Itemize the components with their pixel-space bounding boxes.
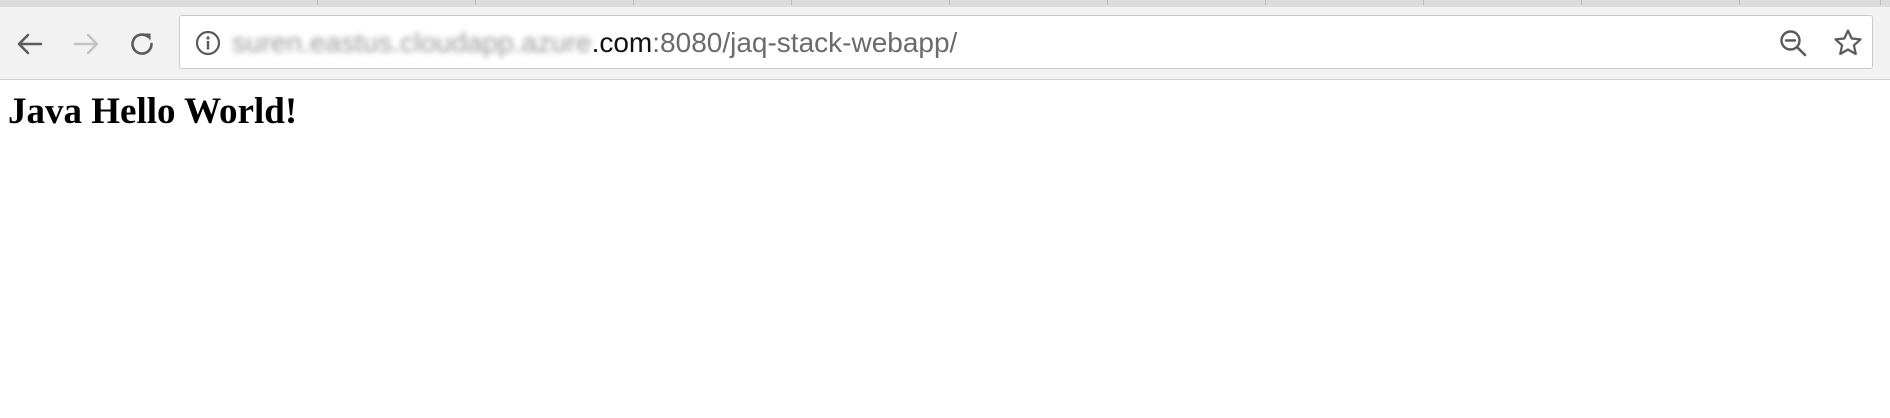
url-text[interactable]: suren.eastus.cloudapp.azure.com:8080/jaq… <box>232 27 957 59</box>
reload-button[interactable] <box>122 24 162 64</box>
back-button[interactable] <box>10 24 50 64</box>
tab[interactable] <box>1108 0 1266 5</box>
browser-toolbar: suren.eastus.cloudapp.azure.com:8080/jaq… <box>0 7 1890 80</box>
site-info-button[interactable] <box>194 29 222 57</box>
back-arrow-icon <box>17 33 43 55</box>
page-heading: Java Hello World! <box>8 91 298 132</box>
tab[interactable] <box>1740 0 1881 5</box>
info-icon <box>195 30 221 56</box>
tab[interactable] <box>634 0 792 5</box>
forward-arrow-icon <box>73 33 99 55</box>
star-icon <box>1834 29 1862 56</box>
tab[interactable] <box>140 0 318 5</box>
url-host-blurred: suren.eastus.cloudapp.azure <box>232 27 592 58</box>
address-bar[interactable]: suren.eastus.cloudapp.azure.com:8080/jaq… <box>179 15 1873 69</box>
tab[interactable] <box>318 0 476 5</box>
zoom-button[interactable] <box>1778 28 1808 58</box>
tab[interactable] <box>1582 0 1740 5</box>
tab[interactable] <box>950 0 1108 5</box>
bookmark-button[interactable] <box>1833 28 1863 58</box>
tab[interactable] <box>792 0 950 5</box>
tab[interactable] <box>476 0 634 5</box>
forward-button[interactable] <box>66 24 106 64</box>
tab[interactable] <box>1266 0 1424 5</box>
reload-icon <box>131 33 153 55</box>
url-domain-suffix: .com <box>591 27 653 58</box>
zoom-out-icon <box>1780 30 1807 57</box>
tab[interactable] <box>1424 0 1582 5</box>
page-content: Java Hello World! <box>0 80 1890 418</box>
url-port-path: :8080/jaq-stack-webapp/ <box>652 27 958 58</box>
